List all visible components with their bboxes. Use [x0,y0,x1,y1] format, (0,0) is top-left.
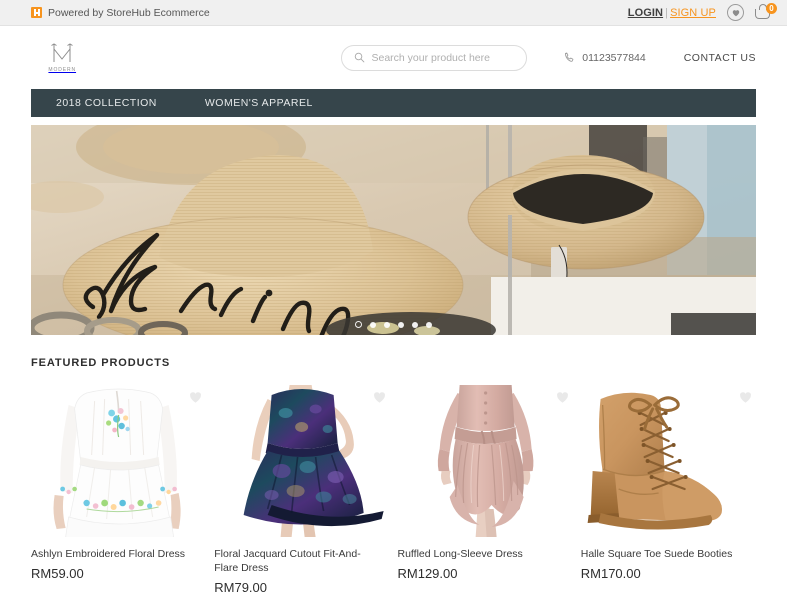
utility-bar: Powered by StoreHub Ecommerce LOGIN | SIGN… [0,0,787,26]
product-image[interactable] [31,385,207,537]
auth-links: LOGIN | SIGN UP [628,7,716,19]
search-input[interactable] [371,51,515,64]
product-image[interactable] [214,385,390,537]
white-floral-dress-image [31,385,207,537]
wishlist-heart-icon[interactable] [739,391,752,404]
product-card[interactable]: Ruffled Long-Sleeve Dress RM129.00 [397,385,573,595]
cart-button[interactable]: 0 [755,3,777,21]
product-name[interactable]: Floral Jacquard Cutout Fit-And-Flare Dre… [214,547,389,575]
product-name[interactable]: Ruffled Long-Sleeve Dress [398,547,573,561]
jacquard-flare-dress-image [214,385,390,537]
phone-icon [565,52,574,62]
product-image[interactable] [580,385,756,537]
product-card[interactable]: Halle Square Toe Suede Booties RM170.00 [580,385,756,595]
carousel-dot-6[interactable] [426,321,432,328]
powered-by-storehub: Powered by StoreHub Ecommerce [31,7,210,19]
main-navigation: 2018 COLLECTION WOMEN'S APPAREL [31,89,756,117]
product-name[interactable]: Halle Square Toe Suede Booties [581,547,756,561]
carousel-dot-3[interactable] [384,321,390,328]
product-price: RM59.00 [31,566,84,582]
carousel-dot-5[interactable] [412,321,418,328]
nav-item-womens-apparel[interactable]: WOMEN'S APPAREL [205,97,313,109]
storehub-logo-icon [31,7,42,18]
search-bar[interactable] [341,44,528,71]
cart-count-badge: 0 [766,3,777,14]
carousel-dot-4[interactable] [398,321,404,328]
auth-separator: | [665,6,669,19]
contact-us-link[interactable]: CONTACT US [684,52,756,64]
product-name[interactable]: Ashlyn Embroidered Floral Dress [31,547,206,561]
featured-products-heading: FEATURED PRODUCTS [31,357,171,369]
site-header: MODERN 01123577844 CONTACT US [0,26,787,89]
product-card[interactable]: Ashlyn Embroidered Floral Dress RM59.00 [31,385,207,595]
carousel-dots[interactable] [31,321,756,328]
product-price: RM170.00 [580,566,641,582]
carousel-dot-1[interactable] [355,321,362,328]
hero-carousel[interactable] [31,125,756,335]
suede-bootie-image [580,385,756,537]
pink-ruffled-dress-image [397,385,573,537]
phone-contact[interactable]: 01123577844 [563,51,646,64]
product-price: RM79.00 [214,580,267,596]
modern-m-logo-icon [51,42,73,62]
login-link[interactable]: LOGIN [628,7,663,19]
hero-banner-image [31,125,756,335]
wishlist-heart-icon[interactable] [373,391,386,404]
carousel-dot-2[interactable] [370,321,376,328]
product-image[interactable] [397,385,573,537]
search-icon [355,52,365,63]
wishlist-heart-icon[interactable] [189,391,202,404]
product-price: RM129.00 [397,566,458,582]
featured-products-grid: Ashlyn Embroidered Floral Dress RM59.00 [31,385,756,595]
wishlist-heart-icon[interactable] [556,391,569,404]
utility-bar-right: LOGIN | SIGN UP 0 [628,3,777,21]
product-card[interactable]: Floral Jacquard Cutout Fit-And-Flare Dre… [214,385,390,596]
signup-link[interactable]: SIGN UP [670,7,716,19]
brand-logo[interactable]: MODERN [31,42,93,73]
nav-item-2018-collection[interactable]: 2018 COLLECTION [56,97,157,109]
powered-by-label: Powered by StoreHub Ecommerce [48,6,210,19]
brand-name-label: MODERN [48,66,77,73]
phone-number: 01123577844 [582,51,646,64]
heart-circle-icon[interactable] [727,4,744,21]
